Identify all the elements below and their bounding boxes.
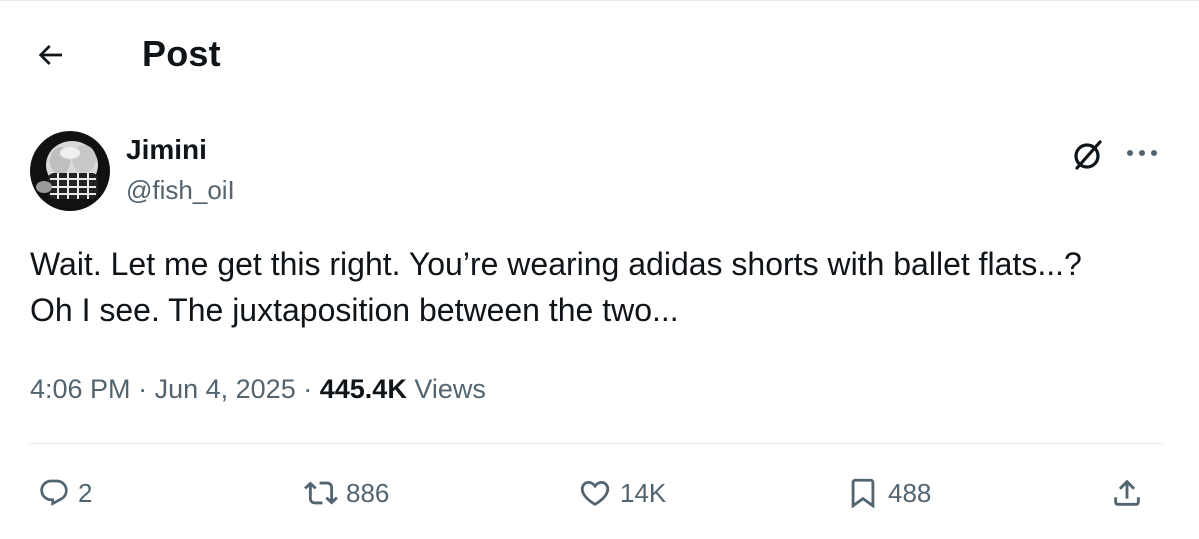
author-handle[interactable]: @fish_oiI — [126, 173, 235, 207]
repost-icon — [304, 476, 338, 510]
views-label: Views — [414, 374, 486, 404]
grok-button[interactable] — [1066, 133, 1110, 177]
bookmark-button[interactable]: 488 — [846, 471, 931, 515]
more-options-button[interactable] — [1120, 133, 1164, 173]
post-time[interactable]: 4:06 PM — [30, 374, 131, 404]
author-display-name[interactable]: Jimini — [126, 133, 207, 167]
reply-icon — [38, 477, 70, 509]
repost-count: 886 — [346, 478, 390, 508]
avatar[interactable] — [30, 131, 110, 211]
views-count[interactable]: 445.4K — [320, 374, 407, 404]
bookmark-icon — [846, 476, 880, 510]
like-count: 14K — [620, 478, 667, 508]
post-text: Wait. Let me get this right. You’re wear… — [30, 246, 1091, 328]
grok-icon — [1069, 136, 1107, 174]
divider — [30, 443, 1162, 444]
repost-button[interactable]: 886 — [304, 471, 389, 515]
like-button[interactable]: 14K — [578, 471, 666, 515]
arrow-left-icon — [34, 39, 66, 71]
reply-count: 2 — [78, 478, 93, 508]
share-button[interactable] — [1110, 471, 1144, 515]
more-dots-icon — [1125, 148, 1159, 158]
back-button[interactable] — [28, 33, 72, 77]
bookmark-count: 488 — [888, 478, 932, 508]
meta-separator: · — [138, 374, 148, 404]
reply-button[interactable]: 2 — [38, 471, 92, 515]
heart-icon — [578, 476, 612, 510]
post-date[interactable]: Jun 4, 2025 — [155, 374, 296, 404]
page-title: Post — [142, 33, 221, 74]
meta-separator: · — [303, 374, 313, 404]
post-meta: 4:06 PM · Jun 4, 2025 · 445.4K Views — [30, 369, 486, 409]
share-icon — [1110, 476, 1144, 510]
